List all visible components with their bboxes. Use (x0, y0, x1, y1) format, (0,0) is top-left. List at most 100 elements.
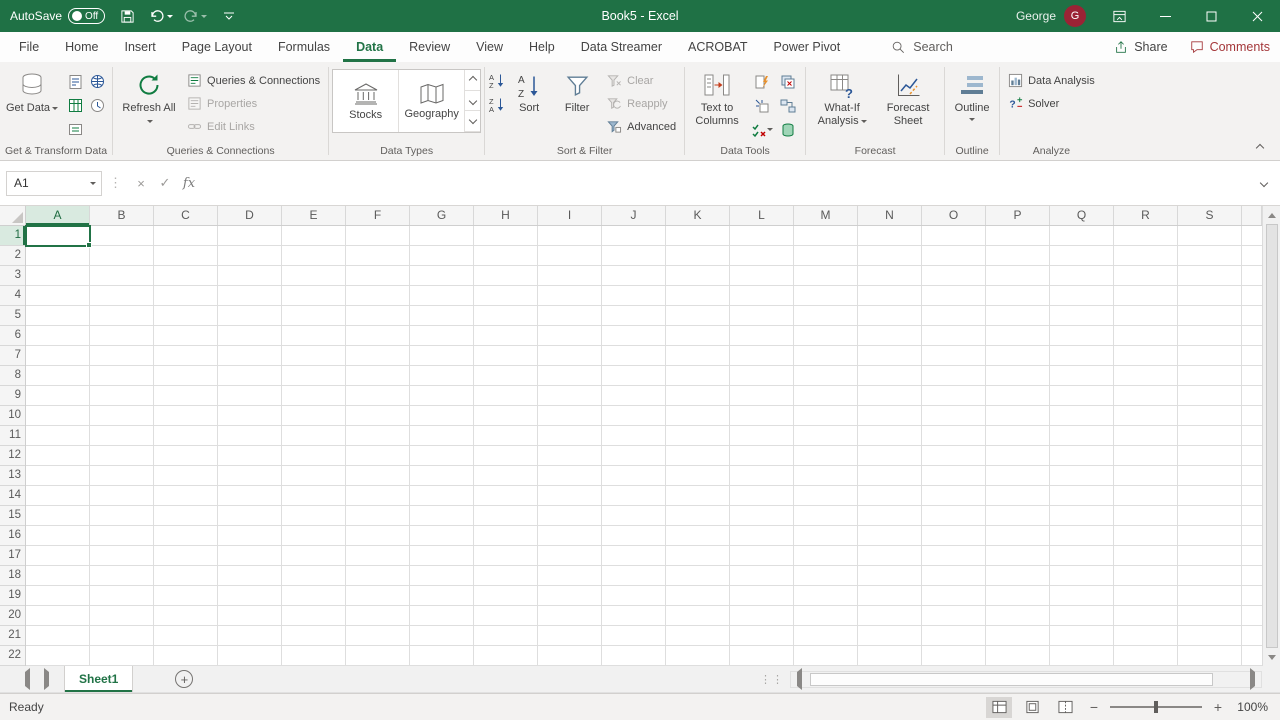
column-header-I[interactable]: I (538, 206, 602, 225)
column-header-K[interactable]: K (666, 206, 730, 225)
formula-input[interactable] (209, 171, 1252, 196)
row-header-20[interactable]: 20 (0, 606, 25, 626)
horizontal-scrollbar[interactable] (790, 671, 1262, 688)
sort-ascending-button[interactable]: AZ (488, 68, 505, 92)
column-header-D[interactable]: D (218, 206, 282, 225)
scroll-right-button[interactable] (1245, 672, 1261, 686)
column-header-L[interactable]: L (730, 206, 794, 225)
redo-button[interactable] (183, 4, 207, 28)
zoom-slider[interactable] (1110, 700, 1202, 714)
column-header-R[interactable]: R (1114, 206, 1178, 225)
what-if-analysis-button[interactable]: ? What-If Analysis (809, 64, 875, 142)
avatar[interactable]: G (1064, 5, 1086, 27)
column-header-J[interactable]: J (602, 206, 666, 225)
solver-button[interactable]: ? Solver (1003, 92, 1100, 115)
row-header-22[interactable]: 22 (0, 646, 25, 666)
edit-links-button[interactable]: Edit Links (182, 115, 325, 138)
forecast-sheet-button[interactable]: Forecast Sheet (875, 64, 941, 142)
page-layout-view-button[interactable] (1019, 697, 1045, 718)
flash-fill-button[interactable] (750, 70, 774, 93)
row-header-6[interactable]: 6 (0, 326, 25, 346)
data-analysis-button[interactable]: Data Analysis (1003, 69, 1100, 92)
tab-splitter-handle[interactable]: ⋮⋮ (754, 673, 790, 686)
queries-connections-button[interactable]: Queries & Connections (182, 69, 325, 92)
row-header-18[interactable]: 18 (0, 566, 25, 586)
formula-bar-expand-button[interactable] (1252, 180, 1276, 186)
get-data-button[interactable]: Get Data (3, 64, 61, 142)
zoom-out-button[interactable]: − (1085, 699, 1103, 715)
text-to-columns-button[interactable]: Text to Columns (688, 64, 746, 142)
scroll-down-button[interactable] (1268, 649, 1276, 666)
from-table-range-button[interactable] (65, 94, 85, 117)
tab-help[interactable]: Help (516, 32, 568, 62)
row-header-15[interactable]: 15 (0, 506, 25, 526)
refresh-all-button[interactable]: Refresh All (116, 64, 182, 142)
row-header-9[interactable]: 9 (0, 386, 25, 406)
autosave-toggle-pill[interactable]: Off (68, 8, 105, 24)
column-header-S[interactable]: S (1178, 206, 1242, 225)
stocks-button[interactable]: Stocks (333, 70, 399, 132)
sheet-tab-sheet1[interactable]: Sheet1 (64, 666, 133, 692)
row-header-7[interactable]: 7 (0, 346, 25, 366)
cancel-button[interactable]: × (129, 171, 153, 195)
vertical-scroll-thumb[interactable] (1266, 224, 1278, 648)
row-header-3[interactable]: 3 (0, 266, 25, 286)
row-header-12[interactable]: 12 (0, 446, 25, 466)
tab-power-pivot[interactable]: Power Pivot (761, 32, 854, 62)
column-header-N[interactable]: N (858, 206, 922, 225)
vertical-scrollbar[interactable] (1262, 206, 1280, 666)
row-header-11[interactable]: 11 (0, 426, 25, 446)
account-name[interactable]: George (1016, 9, 1056, 23)
advanced-filter-button[interactable]: Advanced (601, 115, 681, 138)
tab-review[interactable]: Review (396, 32, 463, 62)
normal-view-button[interactable] (986, 697, 1012, 718)
row-header-1[interactable]: 1 (0, 226, 25, 246)
column-header-C[interactable]: C (154, 206, 218, 225)
properties-button[interactable]: Properties (182, 92, 325, 115)
autosave-toggle[interactable]: AutoSave Off (10, 8, 105, 24)
filter-button[interactable]: Filter (553, 64, 601, 142)
new-sheet-button[interactable]: + (175, 670, 193, 688)
row-header-14[interactable]: 14 (0, 486, 25, 506)
row-header-17[interactable]: 17 (0, 546, 25, 566)
sort-descending-button[interactable]: ZA (488, 92, 505, 116)
save-button[interactable] (115, 4, 139, 28)
gallery-down-button[interactable] (465, 91, 480, 112)
close-button[interactable] (1234, 0, 1280, 32)
minimize-button[interactable] (1142, 0, 1188, 32)
column-header-A[interactable]: A (26, 206, 90, 225)
tab-insert[interactable]: Insert (112, 32, 169, 62)
selected-cell-outline[interactable] (25, 225, 91, 247)
fill-handle[interactable] (86, 242, 92, 248)
horizontal-scroll-track[interactable] (807, 672, 1245, 687)
column-header-H[interactable]: H (474, 206, 538, 225)
tab-formulas[interactable]: Formulas (265, 32, 343, 62)
column-header-Q[interactable]: Q (1050, 206, 1114, 225)
row-header-4[interactable]: 4 (0, 286, 25, 306)
data-validation-button[interactable] (750, 118, 774, 141)
zoom-slider-thumb[interactable] (1154, 701, 1158, 713)
tab-data[interactable]: Data (343, 32, 396, 62)
tab-acrobat[interactable]: ACROBAT (675, 32, 761, 62)
grid-cells[interactable] (26, 226, 1262, 666)
row-header-19[interactable]: 19 (0, 586, 25, 606)
column-header-F[interactable]: F (346, 206, 410, 225)
page-break-view-button[interactable] (1052, 697, 1078, 718)
zoom-level[interactable]: 100% (1234, 700, 1268, 714)
row-header-5[interactable]: 5 (0, 306, 25, 326)
from-web-button[interactable] (87, 70, 107, 93)
customize-qat-button[interactable] (217, 4, 241, 28)
enter-button[interactable]: ✓ (153, 171, 177, 195)
comments-button[interactable]: Comments (1190, 40, 1270, 54)
column-header-E[interactable]: E (282, 206, 346, 225)
select-all-corner[interactable] (0, 206, 26, 226)
name-box[interactable]: A1 (6, 171, 102, 196)
column-header-P[interactable]: P (986, 206, 1050, 225)
ribbon-display-options-button[interactable] (1096, 0, 1142, 32)
undo-button[interactable] (149, 4, 173, 28)
column-header-G[interactable]: G (410, 206, 474, 225)
row-header-8[interactable]: 8 (0, 366, 25, 386)
column-header-O[interactable]: O (922, 206, 986, 225)
from-text-csv-button[interactable] (65, 70, 85, 93)
maximize-button[interactable] (1188, 0, 1234, 32)
